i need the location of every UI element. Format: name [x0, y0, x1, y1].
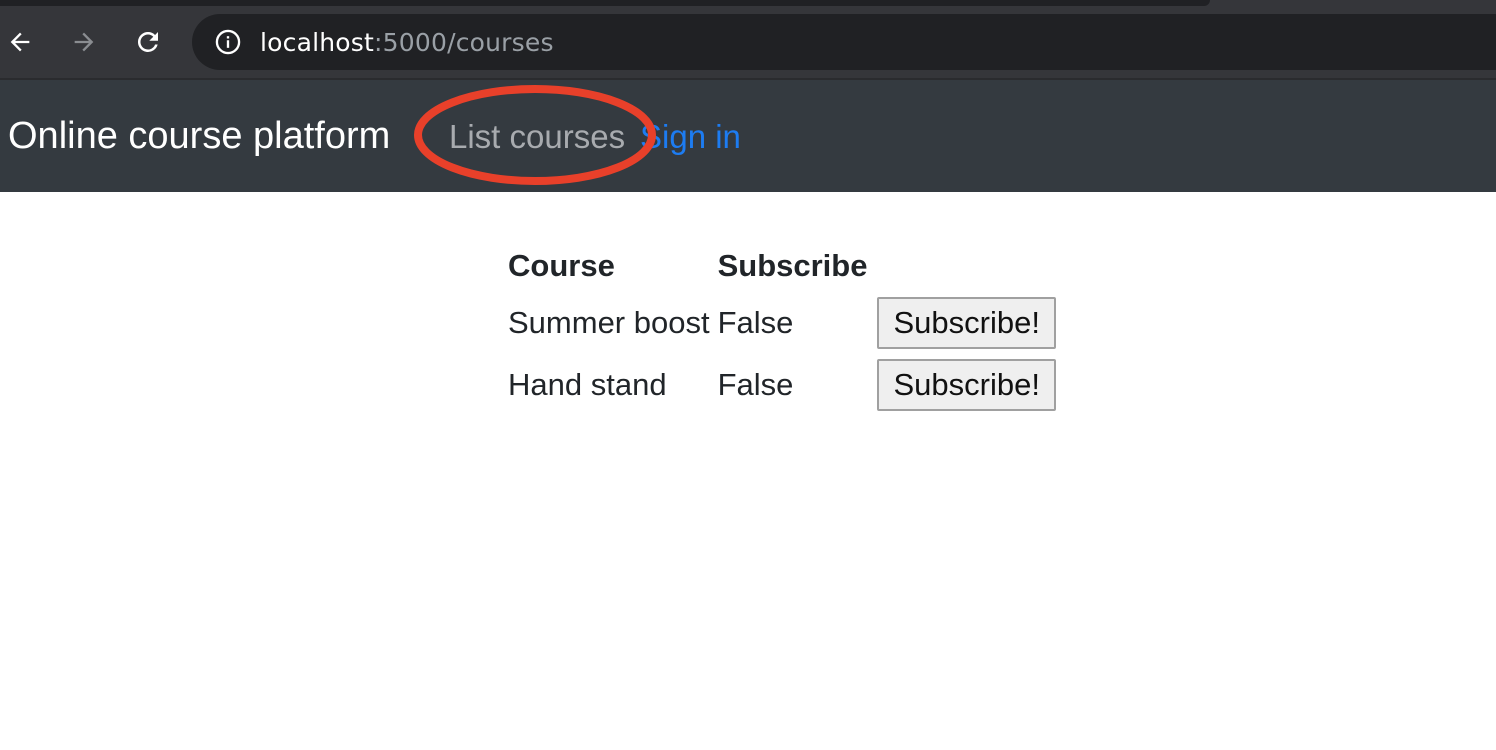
column-header-course: Course: [508, 248, 615, 283]
forward-button[interactable]: [64, 22, 104, 62]
url-text[interactable]: localhost:5000/courses: [260, 28, 554, 57]
subscribe-button[interactable]: Subscribe!: [877, 297, 1056, 349]
info-icon[interactable]: [214, 28, 242, 56]
browser-toolbar: localhost:5000/courses: [0, 0, 1496, 80]
subscribe-button[interactable]: Subscribe!: [877, 359, 1056, 411]
back-button[interactable]: [0, 22, 40, 62]
reload-button[interactable]: [128, 22, 168, 62]
course-name-cell: Summer boost: [508, 305, 710, 340]
action-cell: Subscribe!: [871, 354, 1059, 416]
url-host: localhost: [260, 27, 375, 57]
tab-strip: [0, 0, 1210, 6]
courses-table: Course Subscribe Summer boost False Subs…: [504, 242, 1060, 416]
arrow-left-icon: [10, 32, 30, 52]
table-row: Hand stand False Subscribe!: [504, 354, 1060, 416]
nav-link-list-courses[interactable]: List courses: [449, 118, 625, 155]
main-content: Course Subscribe Summer boost False Subs…: [0, 192, 1496, 750]
column-header-action: [871, 242, 1059, 292]
column-header-subscribe: Subscribe: [717, 248, 868, 283]
reload-icon: [137, 31, 158, 52]
arrow-right-icon: [74, 32, 94, 52]
nav-link-sign-in[interactable]: Sign in: [640, 118, 741, 155]
address-bar[interactable]: localhost:5000/courses: [192, 14, 1496, 70]
action-cell: Subscribe!: [871, 292, 1059, 354]
site-navbar: Online course platform List courses Sign…: [0, 80, 1496, 192]
table-row: Summer boost False Subscribe!: [504, 292, 1060, 354]
table-header-row: Course Subscribe: [504, 242, 1060, 292]
course-name-cell: Hand stand: [508, 367, 667, 402]
navbar-brand[interactable]: Online course platform: [8, 115, 390, 158]
url-path: :5000/courses: [374, 27, 554, 57]
subscribed-status-cell: False: [717, 305, 794, 340]
subscribed-status-cell: False: [717, 367, 794, 402]
